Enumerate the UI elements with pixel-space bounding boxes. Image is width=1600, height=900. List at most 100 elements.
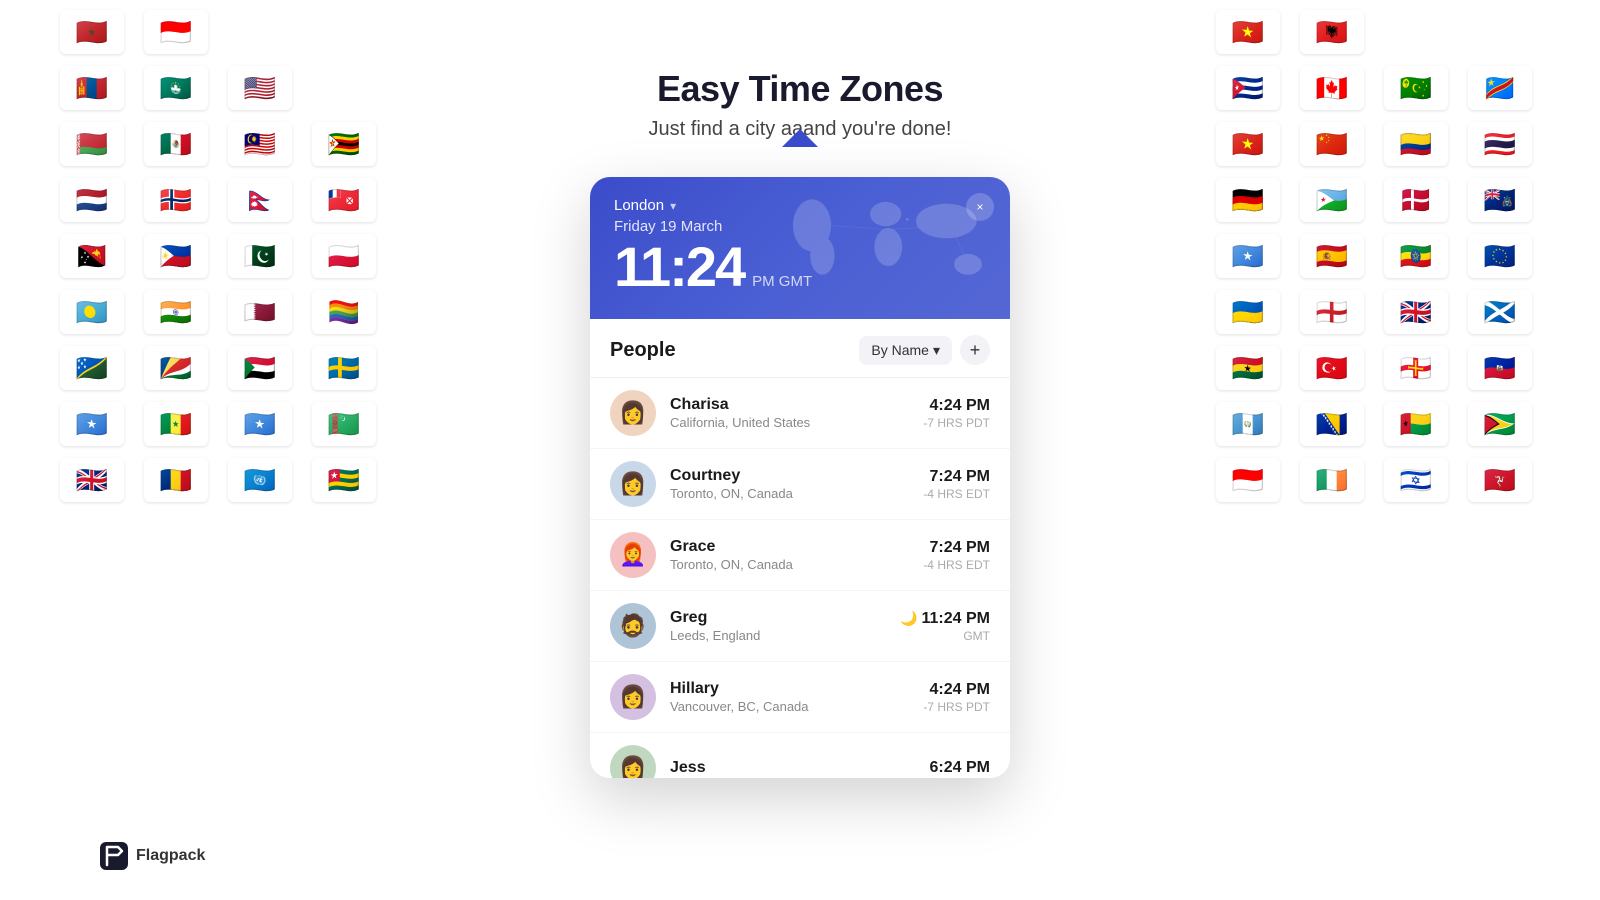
flag-cell: 🇹🇲 <box>312 402 376 446</box>
flag-cell: 🇬🇭 <box>1216 346 1280 390</box>
person-row[interactable]: 👩‍🦰 Grace Toronto, ON, Canada 7:24 PM -4… <box>590 520 1010 591</box>
person-row[interactable]: 👩 Jess 6:24 PM <box>590 733 1010 778</box>
person-list: 👩 Charisa California, United States 4:24… <box>590 378 1010 778</box>
flag-cell: 🇹🇷 <box>1300 346 1364 390</box>
person-location: Toronto, ON, Canada <box>670 557 909 572</box>
flag-cell: 🇸🇴 <box>1216 234 1280 278</box>
person-timezone: -4 HRS EDT <box>923 487 990 501</box>
location-name: London <box>614 197 664 214</box>
flagpack-brand: Flagpack <box>100 842 205 870</box>
sort-by-name-button[interactable]: By Name ▾ <box>859 336 952 365</box>
flag-cell: 🇬🇾 <box>1468 402 1532 446</box>
person-info: Jess <box>670 759 916 778</box>
avatar: 👩‍🦰 <box>610 532 656 578</box>
person-timezone: -7 HRS PDT <box>923 700 990 714</box>
flag-cell: 🇻🇳 <box>1216 10 1280 54</box>
night-moon-icon: 🌙 <box>900 610 917 627</box>
flag-cell: 🇮🇪 <box>1300 458 1364 502</box>
flag-cell: 🇲🇳 <box>60 66 124 110</box>
person-time: 7:24 PM -4 HRS EDT <box>923 468 990 501</box>
person-info: Hillary Vancouver, BC, Canada <box>670 680 909 714</box>
flag-cell: 🇻🇳 <box>1216 122 1280 166</box>
people-section: People By Name ▾ + 👩 Charisa California,… <box>590 319 1010 778</box>
flag-cell: 🇩🇯 <box>1300 178 1364 222</box>
current-time: 11:24 <box>614 239 744 295</box>
flag-cell: 🇳🇱 <box>60 178 124 222</box>
flag-cell: 🇭🇹 <box>1468 346 1532 390</box>
person-time-value: 6:24 PM <box>930 759 990 777</box>
person-row[interactable]: 👩 Charisa California, United States 4:24… <box>590 378 1010 449</box>
flag-cell: 🇬🇧 <box>60 458 124 502</box>
flag-cell: 🇬🇬 <box>1384 346 1448 390</box>
flag-cell: 🇮🇳 <box>144 290 208 334</box>
person-info: Greg Leeds, England <box>670 609 886 643</box>
phone-card: London ▾ Friday 19 March 11:24 PM GMT × … <box>590 177 1010 778</box>
sort-chevron-icon: ▾ <box>933 342 940 359</box>
flag-cell: 🇺🇳 <box>228 458 292 502</box>
person-timezone: -7 HRS PDT <box>923 416 990 430</box>
flag-cell: 🇸🇩 <box>228 346 292 390</box>
flag-cell: 🏴󠁧󠁢󠁳󠁣󠁴󠁿 <box>1468 290 1532 334</box>
flag-cell: 🇮🇩 <box>144 10 208 54</box>
person-name: Courtney <box>670 467 909 485</box>
flag-cell: 🇬🇹 <box>1216 402 1280 446</box>
person-location: Vancouver, BC, Canada <box>670 699 909 714</box>
chevron-down-icon: ▾ <box>670 199 676 213</box>
person-time: 4:24 PM -7 HRS PDT <box>923 681 990 714</box>
avatar: 👩 <box>610 390 656 436</box>
flag-cell: 🇪🇺 <box>1468 234 1532 278</box>
flag-cell: 🇪🇹 <box>1384 234 1448 278</box>
flag-cell: 🇵🇼 <box>60 290 124 334</box>
flag-cell: 🇺🇦 <box>1216 290 1280 334</box>
flag-cell: 🏴󠁧󠁢󠁥󠁮󠁧󠁿 <box>1300 290 1364 334</box>
flag-cell: 🇸🇳 <box>144 402 208 446</box>
flag-cell: 🇲🇾 <box>228 122 292 166</box>
flag-cell: 🇲🇴 <box>144 66 208 110</box>
person-row[interactable]: 🧔 Greg Leeds, England 🌙 11:24 PM GMT <box>590 591 1010 662</box>
flag-cell: 🇧🇦 <box>1300 402 1364 446</box>
flag-cell: 🇵🇱 <box>312 234 376 278</box>
people-controls: By Name ▾ + <box>859 335 990 365</box>
person-location: Toronto, ON, Canada <box>670 486 909 501</box>
person-name: Grace <box>670 538 909 556</box>
flag-cell: 🇪🇸 <box>1300 234 1364 278</box>
flag-cell: 🇨🇦 <box>1300 66 1364 110</box>
person-name: Jess <box>670 759 916 777</box>
flag-cell: 🇹🇬 <box>312 458 376 502</box>
center-content: Easy Time Zones Just find a city aaand y… <box>550 0 1050 778</box>
flag-cell: 🇦🇨 <box>1468 178 1532 222</box>
app-title: Easy Time Zones <box>657 68 943 110</box>
flag-cell: 🇩🇰 <box>1384 178 1448 222</box>
avatar: 👩 <box>610 674 656 720</box>
person-time-value: 4:24 PM <box>923 681 990 699</box>
add-person-button[interactable]: + <box>960 335 990 365</box>
left-flag-grid: 🇲🇦 🇮🇩 🇲🇳 🇲🇴 🇺🇲 🇧🇾 🇲🇽 🇲🇾 🇿🇼 🇳🇱 🇳🇴 🇳🇵 🇼🇫 🇵… <box>60 10 384 502</box>
person-time: 🌙 11:24 PM GMT <box>900 610 990 643</box>
flagpack-brand-name: Flagpack <box>136 847 205 865</box>
flag-cell: 🇬🇼 <box>1384 402 1448 446</box>
close-button[interactable]: × <box>966 193 994 221</box>
flag-cell: 🇳🇵 <box>228 178 292 222</box>
flag-cell: 🇨🇳 <box>1300 122 1364 166</box>
flag-cell: 🇦🇱 <box>1300 10 1364 54</box>
avatar: 🧔 <box>610 603 656 649</box>
person-timezone: -4 HRS EDT <box>923 558 990 572</box>
header-section: London ▾ Friday 19 March 11:24 PM GMT × <box>590 177 1010 319</box>
flag-cell: 🇼🇫 <box>312 178 376 222</box>
right-flag-grid: 🇻🇳 🇦🇱 🇨🇺 🇨🇦 🇨🇨 🇨🇩 🇻🇳 🇨🇳 🇨🇴 🇹🇭 🇩🇪 🇩🇯 🇩🇰 🇦… <box>1216 10 1540 502</box>
person-location: California, United States <box>670 415 909 430</box>
flag-cell: 🇸🇨 <box>144 346 208 390</box>
person-info: Charisa California, United States <box>670 396 909 430</box>
flag-cell: 🇿🇼 <box>312 122 376 166</box>
person-name: Charisa <box>670 396 909 414</box>
avatar: 👩 <box>610 461 656 507</box>
flag-cell: 🇷🇴 <box>144 458 208 502</box>
flag-cell: 🇨🇴 <box>1384 122 1448 166</box>
flag-cell: 🇸🇴 <box>228 402 292 446</box>
person-time: 4:24 PM -7 HRS PDT <box>923 397 990 430</box>
person-row[interactable]: 👩 Courtney Toronto, ON, Canada 7:24 PM -… <box>590 449 1010 520</box>
flag-cell: 🇹🇭 <box>1468 122 1532 166</box>
person-info: Grace Toronto, ON, Canada <box>670 538 909 572</box>
flag-cell: 🇧🇾 <box>60 122 124 166</box>
person-row[interactable]: 👩 Hillary Vancouver, BC, Canada 4:24 PM … <box>590 662 1010 733</box>
